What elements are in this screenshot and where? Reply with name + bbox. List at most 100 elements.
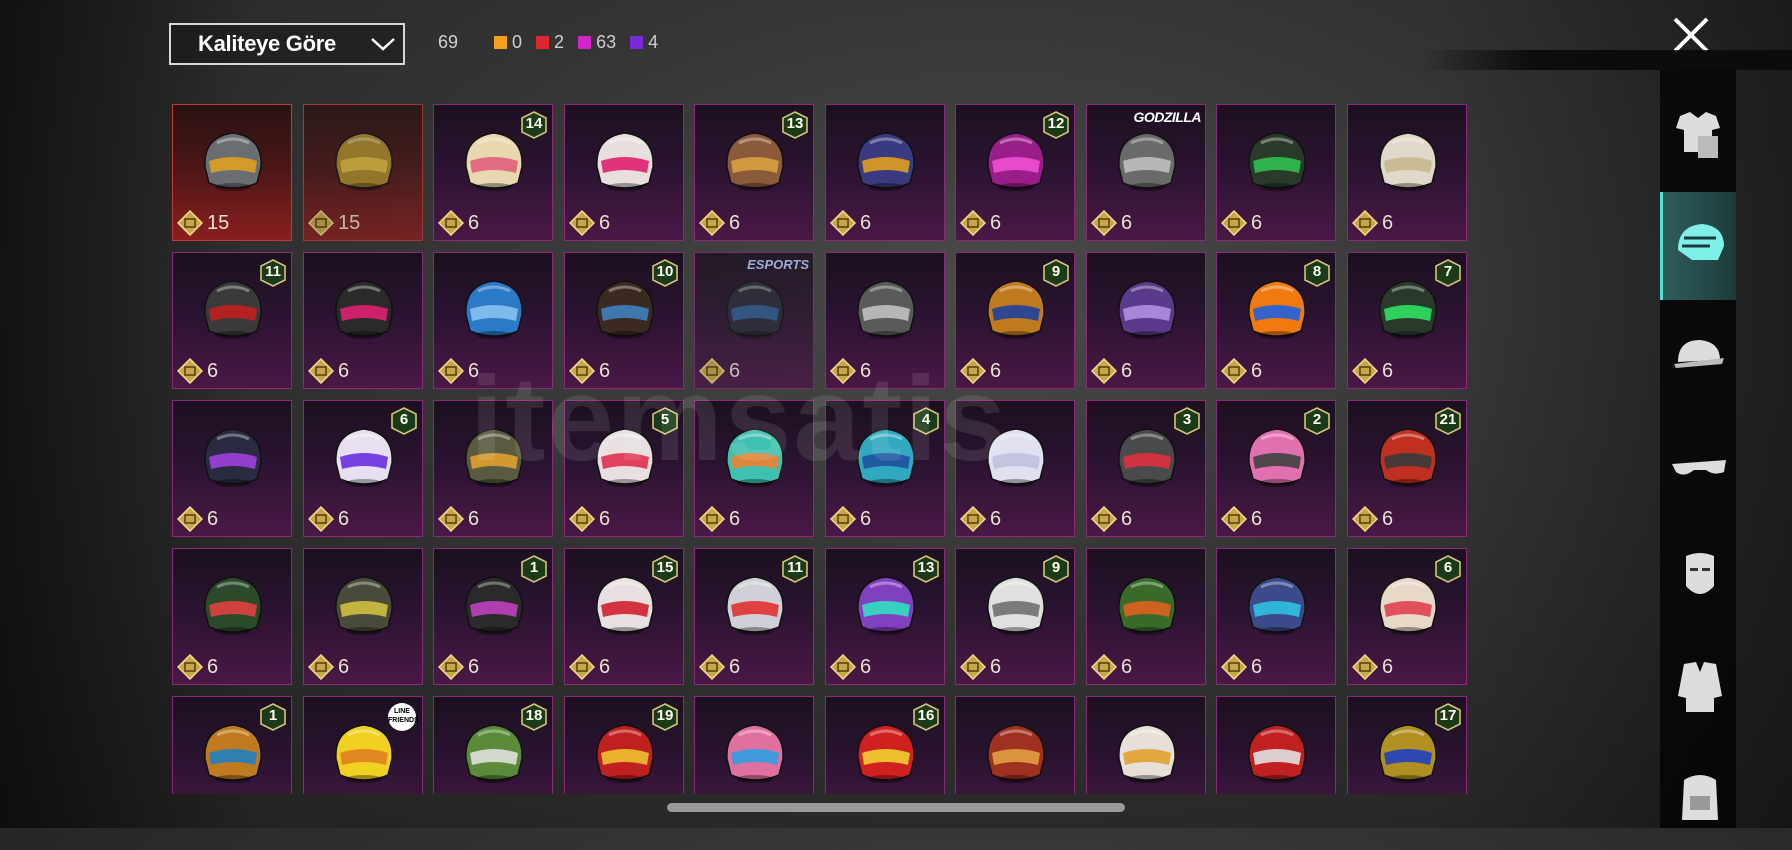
- pink-swatch-icon: [578, 36, 592, 49]
- item-tile[interactable]: 6: [1216, 104, 1336, 241]
- item-tile[interactable]: 7 6: [1347, 252, 1467, 389]
- category-tab-mask[interactable]: [1660, 522, 1736, 630]
- coin-icon: [699, 358, 725, 384]
- helmet-icon: [204, 428, 262, 487]
- item-tile[interactable]: 19: [564, 696, 684, 794]
- category-tab-cap[interactable]: [1660, 302, 1736, 410]
- item-tile[interactable]: 10 6: [564, 252, 684, 389]
- item-tile[interactable]: 18: [433, 696, 553, 794]
- count-pink-value: 63: [596, 32, 617, 52]
- item-tile[interactable]: 6: [172, 400, 292, 537]
- category-tab-jacket[interactable]: [1660, 632, 1736, 740]
- item-tile[interactable]: 6: [825, 252, 945, 389]
- item-price: 6: [990, 508, 1002, 530]
- item-tile[interactable]: 6: [564, 104, 684, 241]
- item-tile[interactable]: 2 6: [1216, 400, 1336, 537]
- item-tile[interactable]: 15 6: [564, 548, 684, 685]
- level-badge-number: 17: [1439, 707, 1457, 724]
- item-tile[interactable]: ESPORTS 6: [694, 252, 814, 389]
- item-tile[interactable]: 6: [1086, 548, 1206, 685]
- item-tile[interactable]: 5 6: [564, 400, 684, 537]
- item-price: 6: [1121, 656, 1133, 678]
- coin-icon: [308, 654, 334, 680]
- item-tile[interactable]: 6: [1347, 104, 1467, 241]
- item-tile[interactable]: GODZILLA 6: [1086, 104, 1206, 241]
- coin-icon: [177, 358, 203, 384]
- item-tile[interactable]: 6: [303, 252, 423, 389]
- item-tile[interactable]: 6: [433, 400, 553, 537]
- item-price: 6: [468, 508, 480, 530]
- category-tab-helmet[interactable]: [1660, 192, 1736, 300]
- chevron-down-icon: [363, 24, 403, 64]
- item-tile[interactable]: 11 6: [172, 252, 292, 389]
- item-tile[interactable]: [694, 696, 814, 794]
- level-badge-number: 11: [787, 559, 803, 576]
- item-tile[interactable]: 6 6: [1347, 548, 1467, 685]
- item-price: 6: [729, 360, 741, 382]
- item-tile[interactable]: 6: [172, 548, 292, 685]
- count-orange-value: 0: [512, 32, 523, 52]
- category-tab-backpack[interactable]: [1660, 742, 1736, 850]
- item-tile[interactable]: 11 6: [694, 548, 814, 685]
- item-tile[interactable]: [1216, 696, 1336, 794]
- item-price: 6: [338, 508, 350, 530]
- backpack-icon: [1682, 775, 1718, 820]
- item-tile[interactable]: [955, 696, 1075, 794]
- item-tile[interactable]: 6: [955, 400, 1075, 537]
- item-price: 6: [599, 360, 611, 382]
- item-tile[interactable]: 21 6: [1347, 400, 1467, 537]
- level-badge-number: 9: [1051, 559, 1061, 576]
- item-tile[interactable]: 15: [172, 104, 292, 241]
- coin-icon: [1221, 210, 1247, 236]
- helmet-icon: [204, 576, 262, 635]
- item-grid[interactable]: 15 15 14 6 6 13 6 6 12 6 GODZILLA 6 6 6 …: [172, 104, 1468, 794]
- item-tile[interactable]: 6: [825, 104, 945, 241]
- mask-icon: [1686, 553, 1714, 594]
- item-tile[interactable]: 15: [303, 104, 423, 241]
- item-tile[interactable]: 3 6: [1086, 400, 1206, 537]
- item-price: 6: [599, 656, 611, 678]
- item-tile[interactable]: 8 6: [1216, 252, 1336, 389]
- item-tile[interactable]: 6: [694, 400, 814, 537]
- item-tile[interactable]: 17: [1347, 696, 1467, 794]
- item-tile[interactable]: 4 6: [825, 400, 945, 537]
- item-tile[interactable]: 6: [1216, 548, 1336, 685]
- helmet-icon: [204, 132, 262, 191]
- item-tile[interactable]: 6: [433, 252, 553, 389]
- glasses-icon: [1672, 460, 1726, 475]
- coin-icon: [569, 654, 595, 680]
- horizontal-scrollbar[interactable]: [667, 803, 1125, 812]
- item-tile[interactable]: 13 6: [694, 104, 814, 241]
- item-tile[interactable]: 1 6: [433, 548, 553, 685]
- category-tab-glasses[interactable]: [1660, 412, 1736, 520]
- count-orange: 0: [494, 32, 522, 53]
- item-tile[interactable]: 1: [172, 696, 292, 794]
- item-tile[interactable]: 9 6: [955, 252, 1075, 389]
- helmet-icon: [726, 428, 784, 487]
- item-tile[interactable]: 12 6: [955, 104, 1075, 241]
- item-price: 6: [990, 656, 1002, 678]
- item-price: 6: [599, 212, 611, 234]
- coin-icon: [308, 358, 334, 384]
- item-price: 6: [1251, 360, 1263, 382]
- item-tile[interactable]: 13 6: [825, 548, 945, 685]
- item-tile[interactable]: 6: [1086, 252, 1206, 389]
- item-tile[interactable]: 6 6: [303, 400, 423, 537]
- item-tile[interactable]: 6: [303, 548, 423, 685]
- item-price: 6: [1382, 656, 1394, 678]
- item-price: 6: [338, 360, 350, 382]
- item-tile[interactable]: 16: [825, 696, 945, 794]
- level-badge-number: 12: [1047, 115, 1065, 132]
- level-badge-number: 5: [660, 411, 670, 428]
- coin-icon: [960, 210, 986, 236]
- item-tile[interactable]: 9 6: [955, 548, 1075, 685]
- item-price: 15: [207, 212, 230, 234]
- item-tile[interactable]: [1086, 696, 1206, 794]
- item-price: 6: [860, 508, 872, 530]
- category-tab-outfit[interactable]: [1660, 82, 1736, 190]
- item-tile[interactable]: 14 6: [433, 104, 553, 241]
- coin-icon: [1352, 506, 1378, 532]
- sort-dropdown[interactable]: Kaliteye Göre: [169, 23, 405, 65]
- item-tile[interactable]: LINE FRIENDS: [303, 696, 423, 794]
- coin-icon: [438, 358, 464, 384]
